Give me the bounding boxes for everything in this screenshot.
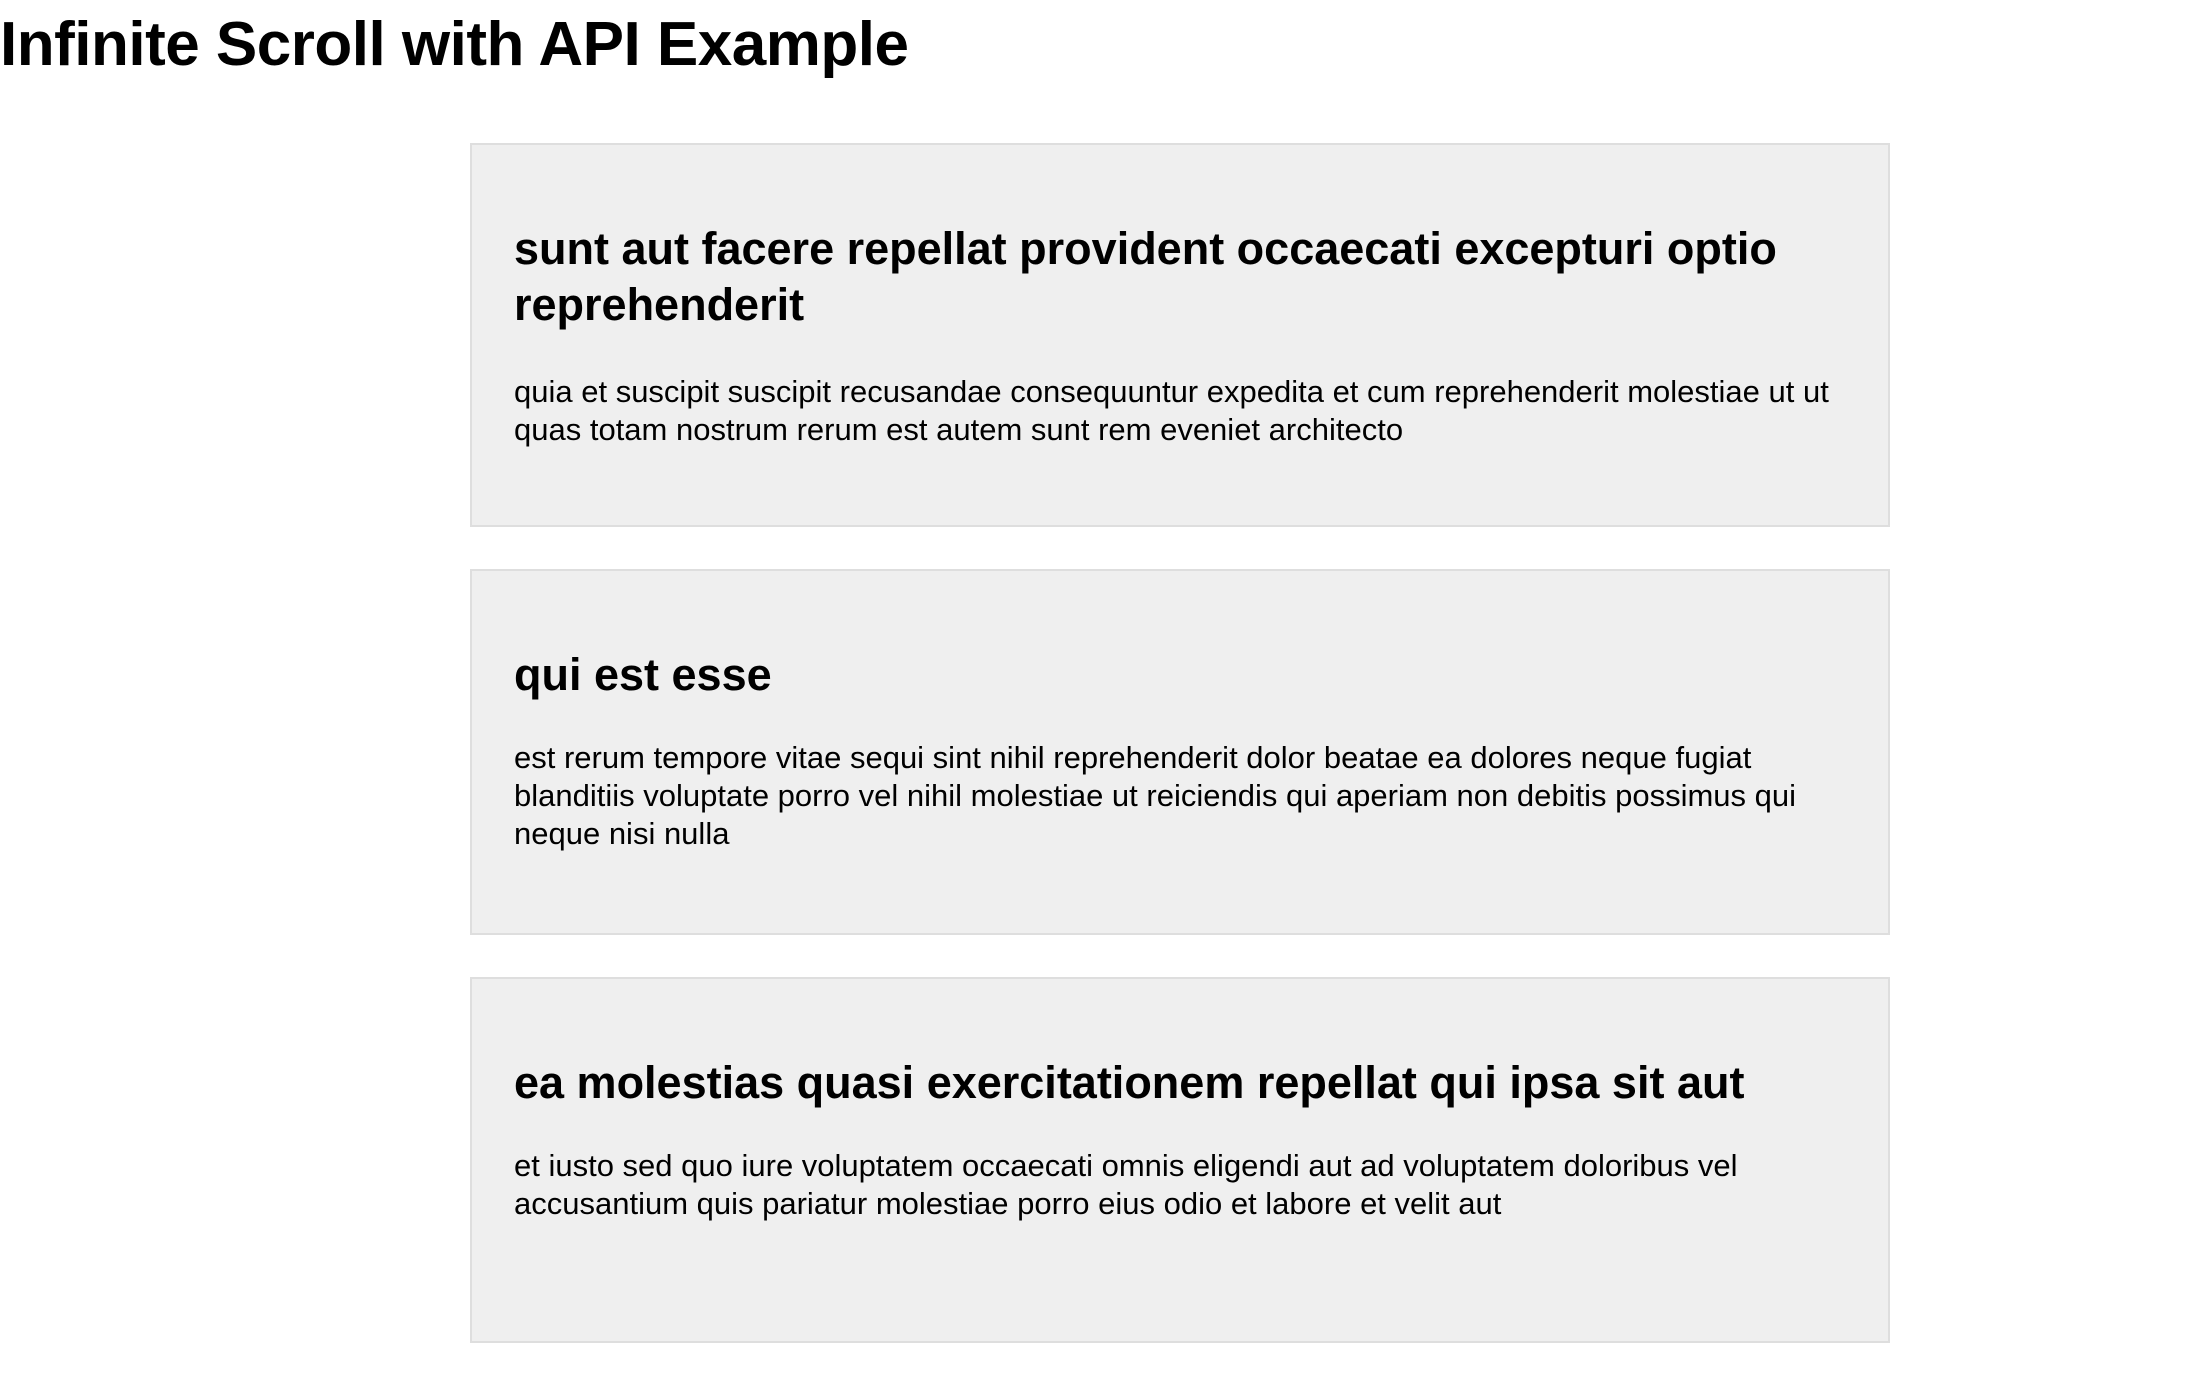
post-card: qui est esse est rerum tempore vitae seq…	[470, 569, 1890, 935]
post-body: est rerum tempore vitae sequi sint nihil…	[514, 740, 1797, 851]
post-card: ea molestias quasi exercitationem repell…	[470, 977, 1890, 1343]
post-body: quia et suscipit suscipit recusandae con…	[514, 374, 1829, 447]
post-card: sunt aut facere repellat provident occae…	[470, 143, 1890, 527]
post-title: qui est esse	[514, 649, 772, 700]
post-title: sunt aut facere repellat provident occae…	[514, 223, 1777, 330]
post-body: et iusto sed quo iure voluptatem occaeca…	[514, 1148, 1738, 1221]
post-list: sunt aut facere repellat provident occae…	[470, 143, 1890, 1385]
post-title: ea molestias quasi exercitationem repell…	[514, 1057, 1745, 1108]
page-title: Infinite Scroll with API Example	[0, 10, 909, 79]
